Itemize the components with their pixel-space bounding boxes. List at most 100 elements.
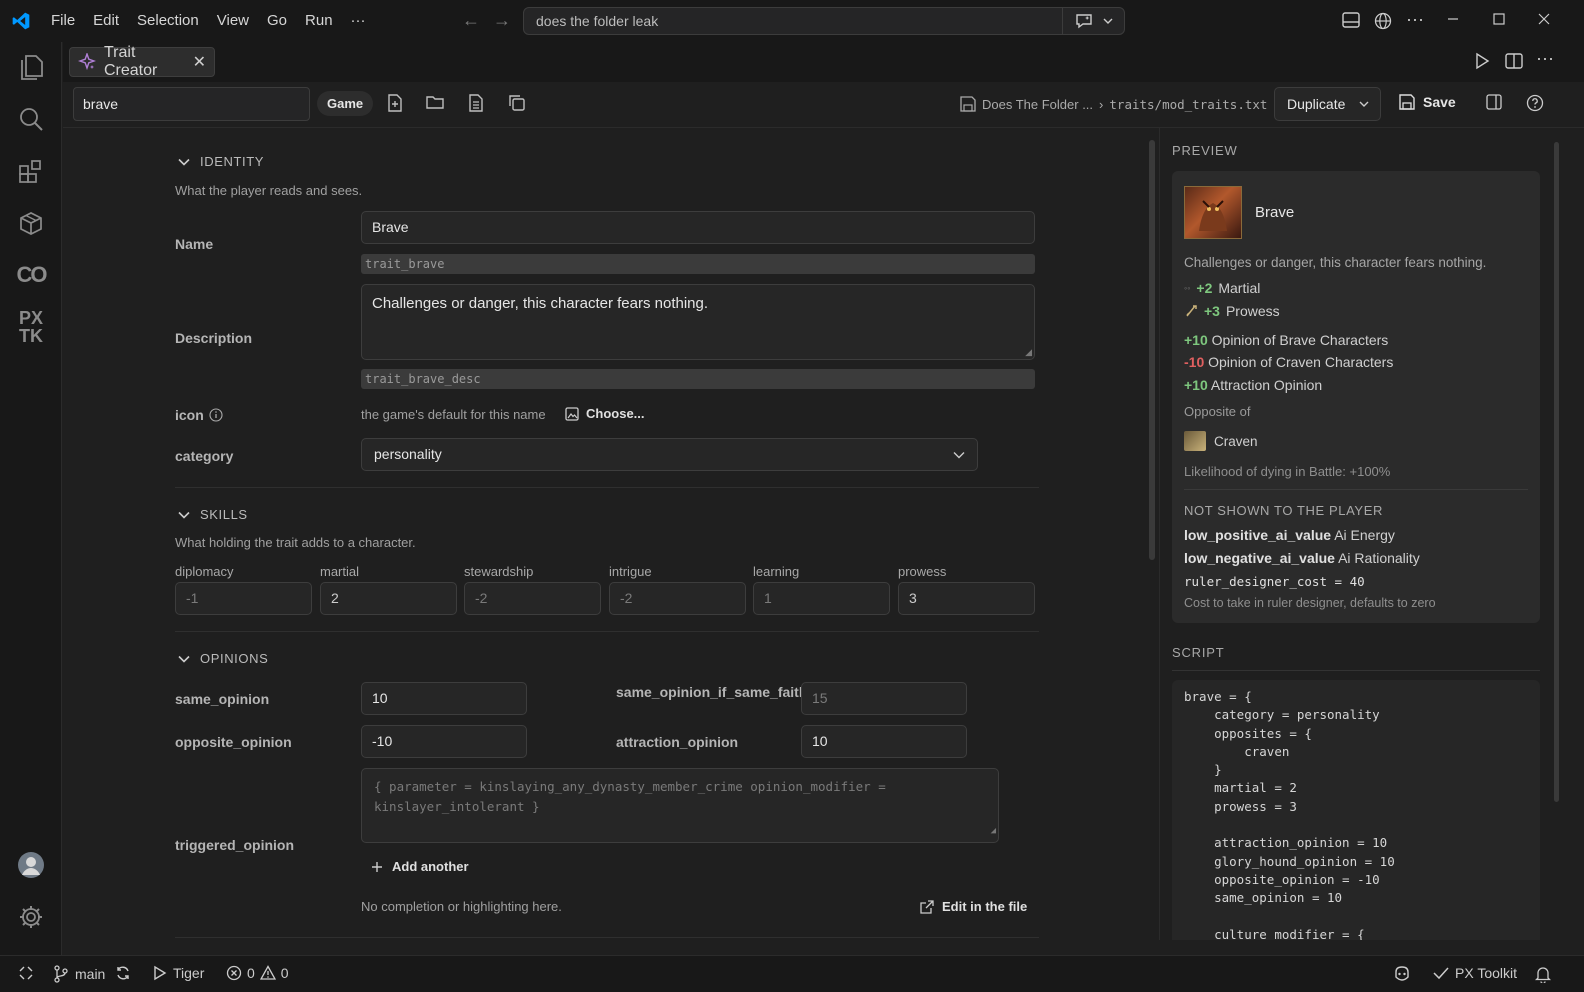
menu-file[interactable]: File [42, 0, 84, 42]
breadcrumb-project[interactable]: Does The Folder ... [982, 97, 1093, 112]
script-divider [1172, 670, 1540, 671]
category-select[interactable]: personality [361, 438, 978, 471]
more-actions-icon[interactable]: ··· [1406, 9, 1424, 30]
help-icon[interactable] [1526, 94, 1544, 112]
trait-toolbar: brave Game Does The Folder ... › traits/… [63, 82, 1584, 128]
description-textarea[interactable]: Challenges or danger, this character fea… [361, 284, 1035, 360]
menu-run[interactable]: Run [296, 0, 342, 42]
split-editor-icon[interactable] [1505, 52, 1523, 70]
skill-input-stewardship[interactable]: -2 [464, 582, 601, 615]
resize-handle-icon[interactable]: ◢ [991, 821, 996, 841]
open-folder-icon[interactable] [426, 94, 444, 110]
opposite-trait-chip[interactable]: Craven [1184, 431, 1258, 451]
attraction-opinion-label: attraction_opinion [616, 734, 739, 750]
settings-gear-icon[interactable] [14, 900, 48, 934]
skill-input-martial[interactable]: 2 [320, 582, 457, 615]
maximize-icon[interactable] [1492, 12, 1506, 26]
search-icon[interactable] [14, 102, 48, 136]
px-toolkit-icon[interactable]: PX TK [14, 309, 48, 345]
document-icon[interactable] [468, 94, 484, 112]
identity-section-header[interactable]: IDENTITY [178, 154, 264, 169]
attraction-opinion-input[interactable]: 10 [801, 725, 967, 758]
menu-selection[interactable]: Selection [128, 0, 208, 42]
command-center[interactable]: does the folder leak [523, 7, 1125, 35]
error-count: 0 [247, 965, 255, 981]
skill-input-learning[interactable]: 1 [753, 582, 890, 615]
toggle-panel-icon[interactable] [1486, 94, 1502, 110]
trait-search-input[interactable]: brave [73, 87, 310, 121]
package-box-icon[interactable] [14, 206, 48, 240]
menu-view[interactable]: View [208, 0, 258, 42]
script-code[interactable]: brave = { category = personality opposit… [1172, 680, 1540, 940]
branch-indicator[interactable]: main [53, 965, 105, 983]
play-icon [153, 965, 167, 981]
run-icon[interactable] [1474, 52, 1490, 70]
layout-icon[interactable] [1342, 12, 1360, 28]
avatar[interactable] [14, 848, 48, 882]
copy-icon[interactable] [508, 94, 526, 112]
run-target[interactable]: Tiger [153, 965, 204, 981]
close-window-icon[interactable] [1537, 12, 1551, 26]
image-icon [565, 406, 579, 421]
px-toolkit-status[interactable]: PX Toolkit [1433, 965, 1517, 981]
menu-go[interactable]: Go [258, 0, 296, 42]
remote-icon[interactable] [18, 965, 34, 981]
menu-edit[interactable]: Edit [84, 0, 128, 42]
triggered-opinion-textarea[interactable]: { parameter = kinslaying_any_dynasty_mem… [361, 768, 999, 843]
choose-icon-button[interactable]: Choose... [565, 406, 645, 421]
menu-more[interactable]: ··· [342, 0, 375, 42]
chevron-down-icon [1103, 17, 1113, 25]
chat-button[interactable] [1062, 8, 1124, 34]
card-divider [1184, 489, 1528, 490]
skill-input-prowess[interactable]: 3 [898, 582, 1035, 615]
game-button[interactable]: Game [317, 91, 374, 116]
craven-trait-icon [1184, 431, 1206, 451]
opinions-section-header[interactable]: OPINIONS [178, 651, 268, 666]
prowess-amount: +3 [1204, 303, 1220, 319]
add-another-label: Add another [392, 859, 469, 874]
chevron-down-icon [1359, 100, 1369, 108]
tab-trait-creator[interactable]: Trait Creator ✕ [69, 44, 215, 79]
icon-hint: the game's default for this name [361, 407, 546, 422]
skill-label-diplomacy: diplomacy [175, 564, 234, 579]
breadcrumb-file[interactable]: traits/mod_traits.txt [1109, 97, 1267, 112]
name-input[interactable]: Brave [361, 211, 1035, 244]
extensions-icon[interactable] [14, 154, 48, 188]
same-faith-input[interactable]: 15 [801, 682, 967, 715]
form-scrollbar[interactable] [1149, 140, 1155, 560]
skill-input-intrigue[interactable]: -2 [609, 582, 746, 615]
new-file-icon[interactable] [387, 94, 403, 112]
editor-more-icon[interactable]: ··· [1536, 48, 1554, 69]
back-arrow-icon[interactable]: ← [462, 10, 480, 31]
copilot-icon[interactable] [1393, 965, 1411, 981]
close-tab-icon[interactable]: ✕ [193, 52, 206, 72]
add-another-button[interactable]: Add another [371, 859, 469, 874]
skill-label-stewardship: stewardship [464, 564, 534, 579]
duplicate-dropdown[interactable]: Duplicate [1274, 87, 1381, 121]
preview-header: PREVIEW [1172, 143, 1238, 158]
preview-scrollbar[interactable] [1554, 142, 1559, 802]
same-opinion-input[interactable]: 10 [361, 682, 527, 715]
minimize-icon[interactable] [1446, 12, 1460, 26]
globe-icon[interactable] [1374, 12, 1392, 30]
sparkle-icon [78, 53, 96, 71]
opposite-opinion-input[interactable]: -10 [361, 725, 527, 758]
save-button[interactable]: Save [1399, 94, 1456, 110]
activity-bar: CO PX TK [0, 42, 62, 955]
resize-handle-icon[interactable]: ◢ [1025, 347, 1032, 358]
sync-icon[interactable] [115, 965, 131, 981]
skill-input-diplomacy[interactable]: -1 [175, 582, 312, 615]
opposite-opinion-label: opposite_opinion [175, 734, 292, 750]
problems-indicator[interactable]: 0 0 [226, 965, 289, 981]
breadcrumb-separator: › [1099, 96, 1104, 112]
chevron-down-icon [178, 655, 190, 663]
triggered-opinion-label: triggered_opinion [175, 837, 294, 853]
run-target-name: Tiger [173, 965, 205, 981]
explorer-icon[interactable] [14, 50, 48, 84]
info-icon[interactable] [209, 408, 223, 422]
co-extension-icon[interactable]: CO [14, 258, 48, 292]
skills-section-header[interactable]: SKILLS [178, 507, 248, 522]
edit-in-file-link[interactable]: Edit in the file [920, 899, 1027, 914]
forward-arrow-icon[interactable]: → [493, 10, 511, 31]
notifications-bell-icon[interactable] [1535, 965, 1551, 983]
